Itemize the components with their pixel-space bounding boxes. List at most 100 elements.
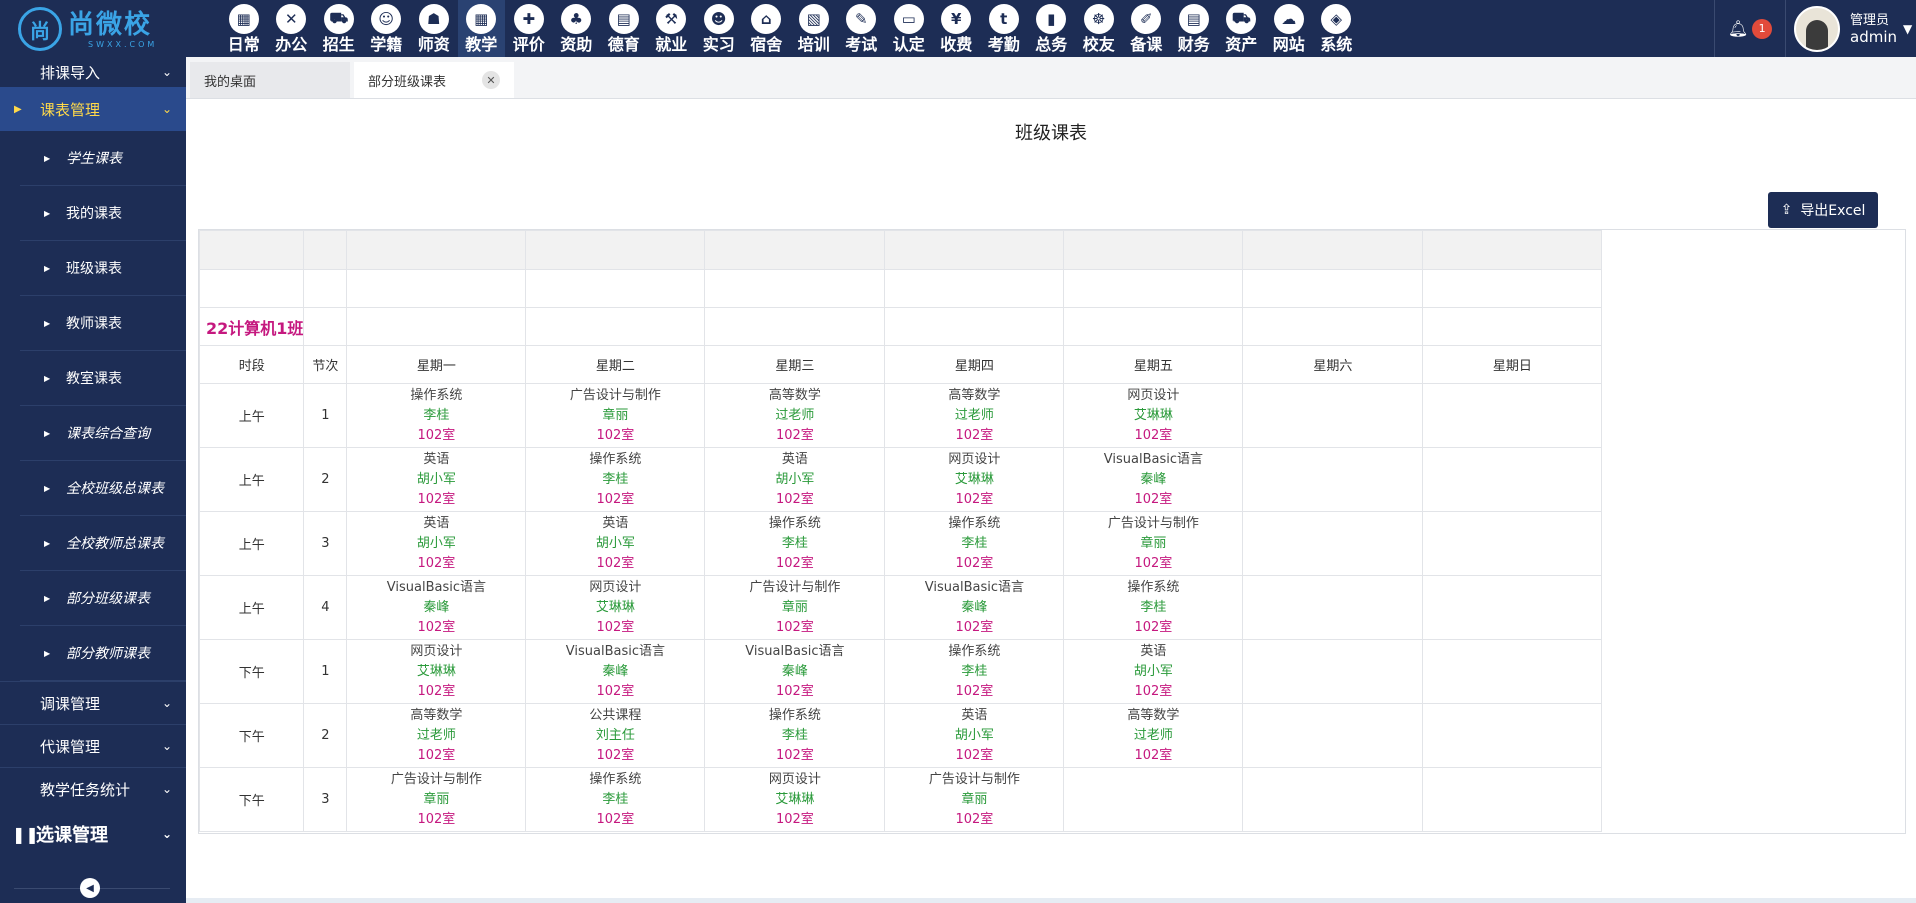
module-10[interactable]: ☻ 实习 [695,0,743,57]
user-menu[interactable]: 管理员 admin ▼ [1786,0,1916,57]
lesson-subject: 英语 [423,515,450,531]
module-9[interactable]: ⚒ 就业 [648,0,696,57]
lesson-cell[interactable]: 高等数学 过老师 102室 [346,703,527,768]
lesson-cell[interactable]: 网页设计 艾琳琳 102室 [346,639,527,704]
module-23[interactable]: ◈ 系统 [1313,0,1361,57]
lesson-cell[interactable]: 广告设计与制作 章丽 102室 [346,767,527,832]
lesson-cell[interactable]: 英语 胡小军 102室 [346,447,527,512]
lesson-cell[interactable]: 高等数学 过老师 102室 [884,383,1065,448]
notifications-button[interactable]: 🔔︎ 1 [1715,0,1785,57]
lesson-cell[interactable]: 高等数学 过老师 102室 [1063,703,1244,768]
module-21[interactable]: ⛟ 资产 [1218,0,1266,57]
period-cell: 下午 [198,639,305,704]
lesson-cell [1242,639,1424,704]
sidebar-subitem-7[interactable]: ▶ 全校教师总课表 [20,516,186,571]
module-17[interactable]: ▮ 总务 [1028,0,1076,57]
chevron-down-icon: ⌄ [161,827,172,841]
sidebar-subitem-1[interactable]: ▶ 我的课表 [20,186,186,241]
lesson-room: 102室 [596,619,635,635]
sidebar-subitem-0[interactable]: ▶ 学生课表 [20,131,186,186]
module-12[interactable]: ▧ 培训 [790,0,838,57]
module-15[interactable]: ¥ 收费 [933,0,981,57]
lesson-cell[interactable]: VisualBasic语言 秦峰 102室 [1063,447,1244,512]
lesson-cell[interactable]: 操作系统 李桂 102室 [346,383,527,448]
lesson-cell[interactable]: 网页设计 艾琳琳 102室 [884,447,1065,512]
module-18[interactable]: ☸ 校友 [1075,0,1123,57]
lesson-cell[interactable]: 公共课程 刘主任 102室 [525,703,706,768]
lesson-cell[interactable]: 广告设计与制作 章丽 102室 [884,767,1065,832]
lesson-room: 102室 [775,555,814,571]
module-13[interactable]: ✎ 考试 [838,0,886,57]
module-5[interactable]: ▦ 教学 [457,0,505,57]
lesson-cell[interactable]: 操作系统 李桂 102室 [884,639,1065,704]
module-0[interactable]: ▦ 日常 [220,0,268,57]
module-14[interactable]: ▭ 认定 [885,0,933,57]
lesson-cell[interactable]: 广告设计与制作 章丽 102室 [1063,511,1244,576]
module-20[interactable]: ▤ 财务 [1170,0,1218,57]
sidebar-subitem-2[interactable]: ▶ 班级课表 [20,241,186,296]
lesson-cell[interactable]: 英语 胡小军 102室 [346,511,527,576]
lesson-teacher: 李桂 [961,535,988,551]
lesson-cell[interactable]: VisualBasic语言 秦峰 102室 [346,575,527,640]
sidebar-subitem-8[interactable]: ▶ 部分班级课表 [20,571,186,626]
tab-partial-class-timetable[interactable]: 部分班级课表 ✕ [354,62,514,98]
module-icon: ☺ [371,4,402,34]
export-excel-button[interactable]: ⇪ 导出Excel [1768,192,1878,228]
lesson-cell[interactable]: VisualBasic语言 秦峰 102室 [884,575,1065,640]
module-19[interactable]: ✐ 备课 [1123,0,1171,57]
module-3[interactable]: ☺ 学籍 [363,0,411,57]
user-name: admin [1850,27,1897,46]
sidebar-subitem-5[interactable]: ▶ 课表综合查询 [20,406,186,461]
lesson-cell[interactable]: 操作系统 李桂 102室 [704,511,886,576]
sidebar-group-2[interactable]: 教学任务统计 ⌄ [0,767,186,810]
tab-desktop[interactable]: 我的桌面 [190,62,350,98]
lesson-cell[interactable]: 操作系统 李桂 102室 [704,703,886,768]
lesson-cell[interactable]: 英语 胡小军 102室 [704,447,886,512]
module-label: 考勤 [987,35,1020,54]
collapse-sidebar-button[interactable]: ◀ [80,878,100,898]
module-1[interactable]: ✕ 办公 [268,0,316,57]
sidebar-subitem-3[interactable]: ▶ 教师课表 [20,296,186,351]
module-22[interactable]: ☁ 网站 [1265,0,1313,57]
close-icon[interactable]: ✕ [482,71,500,89]
sidebar-subitem-4[interactable]: ▶ 教室课表 [20,351,186,406]
module-7[interactable]: ♣ 资助 [553,0,601,57]
module-11[interactable]: ⌂ 宿舍 [743,0,791,57]
lesson-cell[interactable]: 英语 胡小军 102室 [884,703,1065,768]
lesson-cell[interactable]: 英语 胡小军 102室 [1063,639,1244,704]
module-2[interactable]: ⛟ 招生 [315,0,363,57]
sidebar-group-0[interactable]: 调课管理 ⌄ [0,681,186,724]
logo[interactable]: 尚 尚微校 SWXX.COM [18,4,178,54]
sidebar-group-course-selection[interactable]: ❚❚ 选课管理 ⌄ [0,810,186,858]
module-8[interactable]: ▤ 德育 [600,0,648,57]
lesson-cell[interactable]: 英语 胡小军 102室 [525,511,706,576]
lesson-cell[interactable]: VisualBasic语言 秦峰 102室 [704,639,886,704]
module-16[interactable]: t 考勤 [980,0,1028,57]
lesson-cell[interactable]: 操作系统 李桂 102室 [884,511,1065,576]
chevron-down-icon: ⌄ [161,65,172,79]
lesson-room: 102室 [955,683,994,699]
lesson-cell[interactable]: 操作系统 李桂 102室 [525,767,706,832]
lesson-cell[interactable]: 广告设计与制作 章丽 102室 [704,575,886,640]
lesson-cell[interactable]: 操作系统 李桂 102室 [525,447,706,512]
lesson-cell[interactable]: 网页设计 艾琳琳 102室 [704,767,886,832]
sidebar-subitem-6[interactable]: ▶ 全校班级总课表 [20,461,186,516]
timetable-header-row: 时段 节次 星期一 星期二 星期三 星期四 星期五 星期六 星期日 [198,345,1603,384]
lesson-cell[interactable]: 网页设计 艾琳琳 102室 [525,575,706,640]
lesson-cell[interactable]: VisualBasic语言 秦峰 102室 [525,639,706,704]
lesson-cell[interactable]: 操作系统 李桂 102室 [1063,575,1244,640]
lesson-cell[interactable]: 广告设计与制作 章丽 102室 [525,383,706,448]
module-icon: ⛟ [323,4,354,34]
sidebar-item-import[interactable]: 排课导入 ⌄ [0,57,186,87]
sidebar-group-timetable[interactable]: ▶ 课表管理 ⌄ [0,87,186,131]
column-header: 星期一 [346,345,527,384]
module-label: 校友 [1082,35,1115,54]
module-4[interactable]: ☗ 师资 [410,0,458,57]
module-6[interactable]: ✚ 评价 [505,0,553,57]
lesson-cell[interactable]: 高等数学 过老师 102室 [704,383,886,448]
triangle-right-icon: ▶ [14,103,22,115]
sidebar-subitem-label: 全校班级总课表 [66,481,164,497]
sidebar-group-1[interactable]: 代课管理 ⌄ [0,724,186,767]
lesson-cell[interactable]: 网页设计 艾琳琳 102室 [1063,383,1244,448]
sidebar-subitem-9[interactable]: ▶ 部分教师课表 [20,626,186,681]
